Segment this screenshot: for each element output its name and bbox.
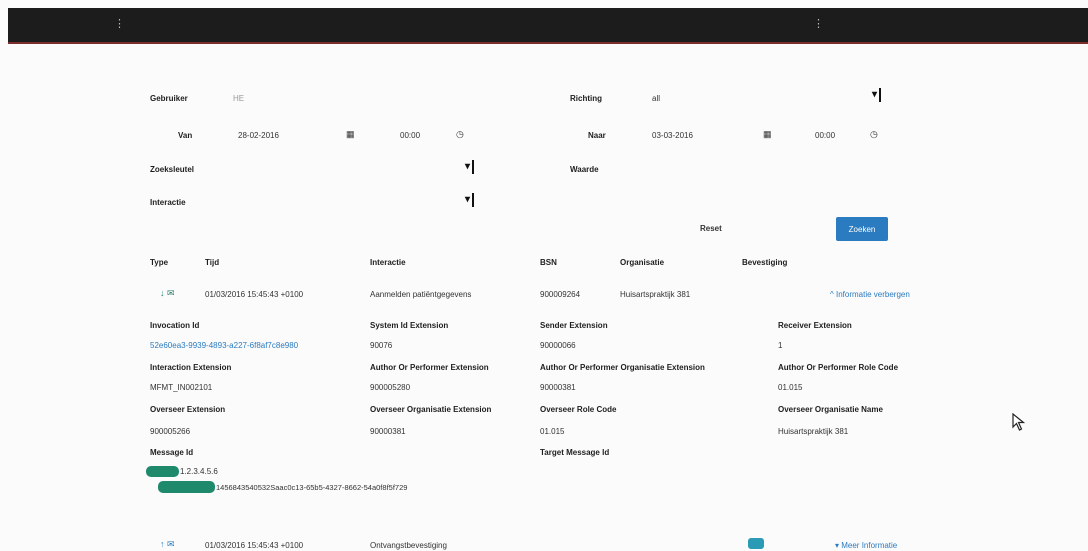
message-id-value: 1456843540532Saac0c13-65b5-4327-8662-54a… [216, 483, 408, 492]
menu-icon[interactable]: ⋮ [114, 17, 125, 30]
interactie-dropdown-icon[interactable]: ▾ [465, 193, 475, 207]
column-header-bevestiging: Bevestiging [742, 258, 788, 267]
detail-value: 90076 [370, 341, 393, 350]
detail-value: 900005266 [150, 427, 191, 436]
redacted-block [158, 481, 215, 493]
naar-date-input[interactable]: 03-03-2016 [652, 131, 693, 140]
row1-bsn: 900009264 [540, 290, 581, 299]
detail-label: Overseer Extension [150, 405, 226, 414]
van-time-input[interactable]: 00:00 [400, 131, 420, 140]
column-header-organisatie: Organisatie [620, 258, 665, 267]
top-bar: ⋮ ⋮ [8, 8, 1088, 44]
column-header-tijd: Tijd [205, 258, 220, 267]
detail-value: MFMT_IN002101 [150, 383, 213, 392]
user-icon[interactable]: ⋮ [813, 17, 824, 30]
zoeksleutel-dropdown-icon[interactable]: ▾ [465, 160, 475, 174]
reset-button[interactable]: Reset [700, 224, 722, 233]
detail-label: Overseer Role Code [540, 405, 617, 414]
gebruiker-label: Gebruiker [150, 94, 188, 103]
detail-value: 01.015 [778, 383, 803, 392]
message-id-value: 1.2.3.4.5.6 [180, 467, 218, 476]
zoeken-button[interactable]: Zoeken [836, 217, 888, 241]
row1-organisatie: Huisartspraktijk 381 [620, 290, 691, 299]
detail-label: Sender Extension [540, 321, 608, 330]
richting-select[interactable]: all [652, 94, 660, 103]
naar-time-input[interactable]: 00:00 [815, 131, 835, 140]
clock-icon[interactable]: ◷ [870, 129, 878, 140]
cursor-icon [1012, 413, 1026, 431]
type-icon: ↓ ✉ [160, 288, 175, 298]
detail-value: 90000066 [540, 341, 576, 350]
more-info-link[interactable]: ▾ Meer Informatie [835, 541, 897, 550]
detail-value[interactable]: 52e60ea3-9939-4893-a227-6f8af7c8e980 [150, 341, 298, 350]
column-header-type: Type [150, 258, 169, 267]
type-icon: ↑ ✉ [160, 539, 175, 549]
detail-value: 1 [778, 341, 783, 350]
naar-label: Naar [588, 131, 606, 140]
interactie-label: Interactie [150, 198, 186, 207]
row2-time: 01/03/2016 15:45:43 +0100 [205, 541, 304, 550]
van-label: Van [178, 131, 193, 140]
row1-interactie: Aanmelden patiëntgegevens [370, 290, 472, 299]
detail-value: 01.015 [540, 427, 565, 436]
waarde-label: Waarde [570, 165, 599, 174]
target-message-id-label: Target Message Id [540, 448, 610, 457]
detail-label: Receiver Extension [778, 321, 852, 330]
detail-label: Author Or Performer Organisatie Extensio… [540, 363, 705, 372]
gebruiker-input[interactable]: HE [233, 94, 244, 103]
clock-icon[interactable]: ◷ [456, 129, 464, 140]
message-id-label: Message Id [150, 448, 194, 457]
detail-value: 90000381 [540, 383, 576, 392]
detail-label: Invocation Id [150, 321, 200, 330]
detail-label: Overseer Organisatie Extension [370, 405, 492, 414]
richting-label: Richting [570, 94, 602, 103]
detail-label: System Id Extension [370, 321, 449, 330]
detail-value: 90000381 [370, 427, 406, 436]
detail-label: Interaction Extension [150, 363, 232, 372]
zoeksleutel-label: Zoeksleutel [150, 165, 195, 174]
row2-interactie: Ontvangstbevestiging [370, 541, 447, 550]
calendar-icon[interactable]: ▦ [763, 129, 772, 140]
van-date-input[interactable]: 28-02-2016 [238, 131, 279, 140]
richting-dropdown-icon[interactable]: ▾ [872, 88, 882, 102]
column-header-interactie: Interactie [370, 258, 406, 267]
hide-info-link[interactable]: ^ Informatie verbergen [830, 290, 910, 299]
column-header-bsn: BSN [540, 258, 557, 267]
detail-label: Overseer Organisatie Name [778, 405, 883, 414]
detail-value: 900005280 [370, 383, 411, 392]
calendar-icon[interactable]: ▦ [346, 129, 355, 140]
redacted-block [146, 466, 179, 477]
status-badge [748, 538, 764, 549]
row1-time: 01/03/2016 15:45:43 +0100 [205, 290, 304, 299]
detail-label: Author Or Performer Extension [370, 363, 489, 372]
detail-label: Author Or Performer Role Code [778, 363, 899, 372]
detail-value: Huisartspraktijk 381 [778, 427, 849, 436]
